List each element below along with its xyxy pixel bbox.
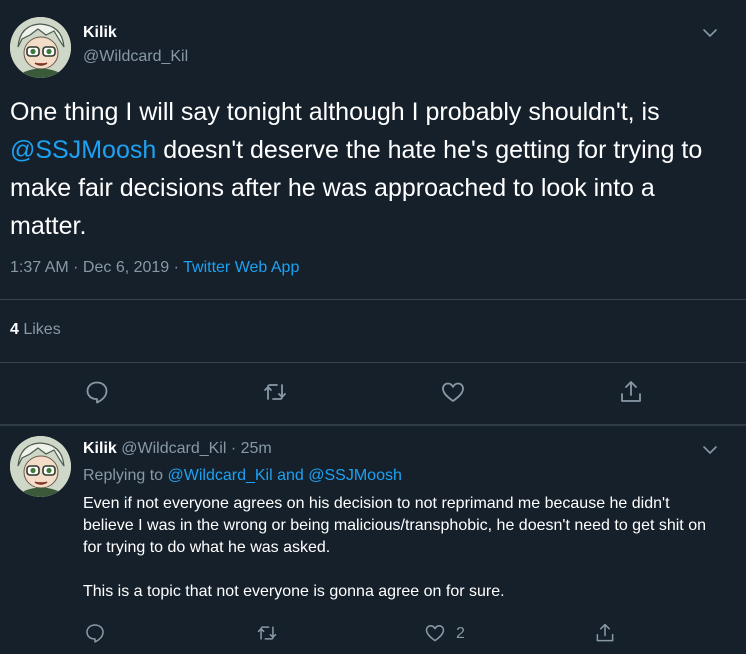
replying-to: Replying to @Wildcard_Kil and @SSJMoosh [83,467,402,485]
reply-paragraph: Even if not everyone agrees on his decis… [83,495,706,556]
like-count: 2 [456,625,465,642]
anime-avatar-icon [10,17,71,78]
retweet-icon[interactable] [262,379,288,405]
section-divider [0,424,746,426]
tweet-text-part: One thing I will say tonight although I … [10,98,660,126]
divider [0,362,746,363]
chevron-down-icon[interactable] [701,24,719,42]
share-icon[interactable] [618,379,644,405]
tweet-meta: 1:37 AM · Dec 6, 2019 · Twitter Web App [10,259,299,277]
avatar[interactable] [10,17,71,78]
mention-link[interactable]: @Wildcard_Kil [168,467,273,484]
tweet-text: One thing I will say tonight although I … [10,93,730,245]
mention-link[interactable]: @SSJMoosh [308,467,402,484]
main-tweet: Kilik @Wildcard_Kil One thing I will say… [0,0,746,425]
chevron-down-icon[interactable] [701,441,719,459]
display-name[interactable]: Kilik [83,440,117,457]
heart-icon[interactable] [424,622,446,644]
reply-text: Even if not everyone agrees on his decis… [83,493,723,625]
replying-prefix: Replying to [83,467,168,484]
reply-icon[interactable] [84,379,110,405]
share-icon[interactable] [594,622,616,644]
replying-and: and [272,467,309,484]
source-link[interactable]: Twitter Web App [183,259,299,276]
retweet-icon[interactable] [256,622,278,644]
divider [0,299,746,300]
likes-stat[interactable]: 4 Likes [10,321,61,339]
display-name[interactable]: Kilik [83,24,117,42]
heart-icon[interactable] [440,379,466,405]
avatar[interactable] [10,436,71,497]
timestamp[interactable]: 1:37 AM · Dec 6, 2019 · [10,259,183,276]
mention-link[interactable]: @SSJMoosh [10,136,156,164]
likes-label: Likes [18,321,61,338]
anime-avatar-icon [10,436,71,497]
handle-time[interactable]: @Wildcard_Kil · 25m [117,440,272,457]
reply-header: Kilik @Wildcard_Kil · 25m [83,440,272,458]
likes-count: 4 [10,321,19,338]
handle[interactable]: @Wildcard_Kil [83,48,188,66]
reply-paragraph: This is a topic that not everyone is gon… [83,583,505,600]
reply-icon[interactable] [84,622,106,644]
